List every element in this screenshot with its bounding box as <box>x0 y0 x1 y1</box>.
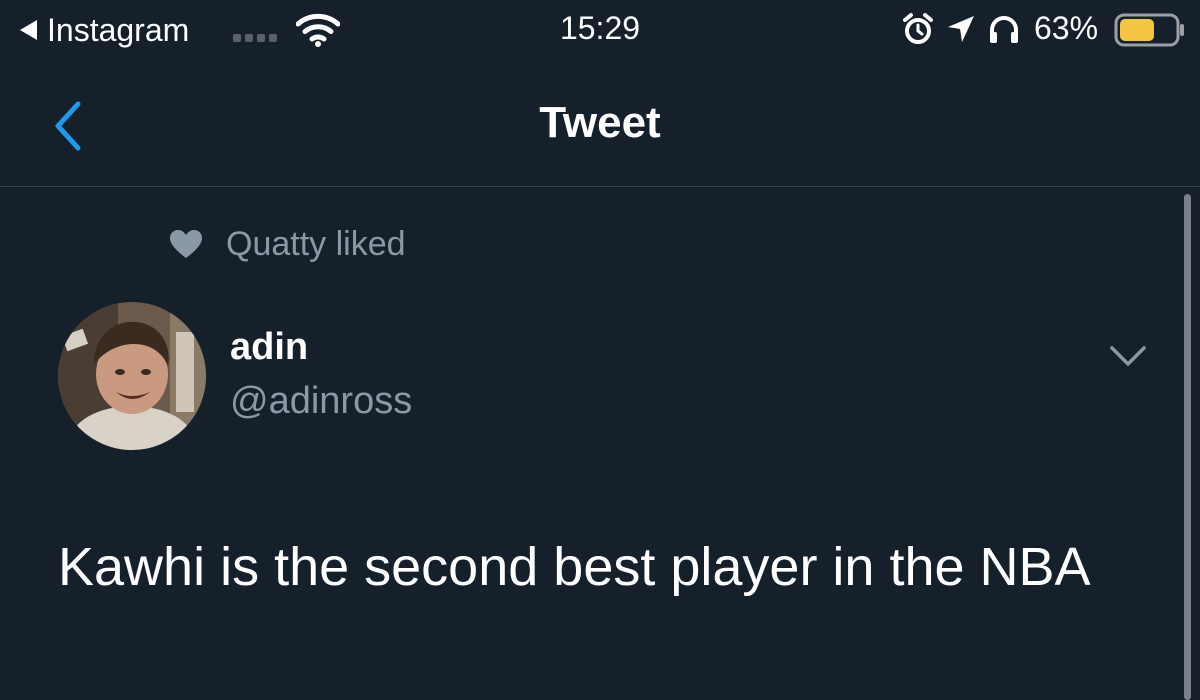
social-context-text: Quatty liked <box>226 224 406 263</box>
avatar-photo <box>58 302 206 450</box>
heart-icon <box>170 230 202 258</box>
scrollbar[interactable] <box>1184 194 1191 700</box>
location-arrow-icon <box>948 16 974 42</box>
page-title: Tweet <box>539 98 661 147</box>
battery-percent: 63% <box>1034 10 1099 46</box>
avatar[interactable] <box>58 302 206 450</box>
social-context[interactable]: Quatty liked <box>168 222 406 266</box>
navigation-bar: Tweet <box>0 62 1200 187</box>
tweet-text: Kawhi is the second best player in the N… <box>58 537 1091 597</box>
author-name[interactable]: adin <box>230 326 308 369</box>
chevron-down-icon[interactable] <box>1106 340 1150 370</box>
status-bar: Instagram 15:29 63% <box>0 0 1200 62</box>
author-handle[interactable]: @adinross <box>230 380 412 423</box>
headphones-icon <box>990 16 1018 43</box>
battery-icon <box>1114 13 1184 47</box>
alarm-icon <box>903 13 933 44</box>
status-time: 15:29 <box>559 10 641 46</box>
